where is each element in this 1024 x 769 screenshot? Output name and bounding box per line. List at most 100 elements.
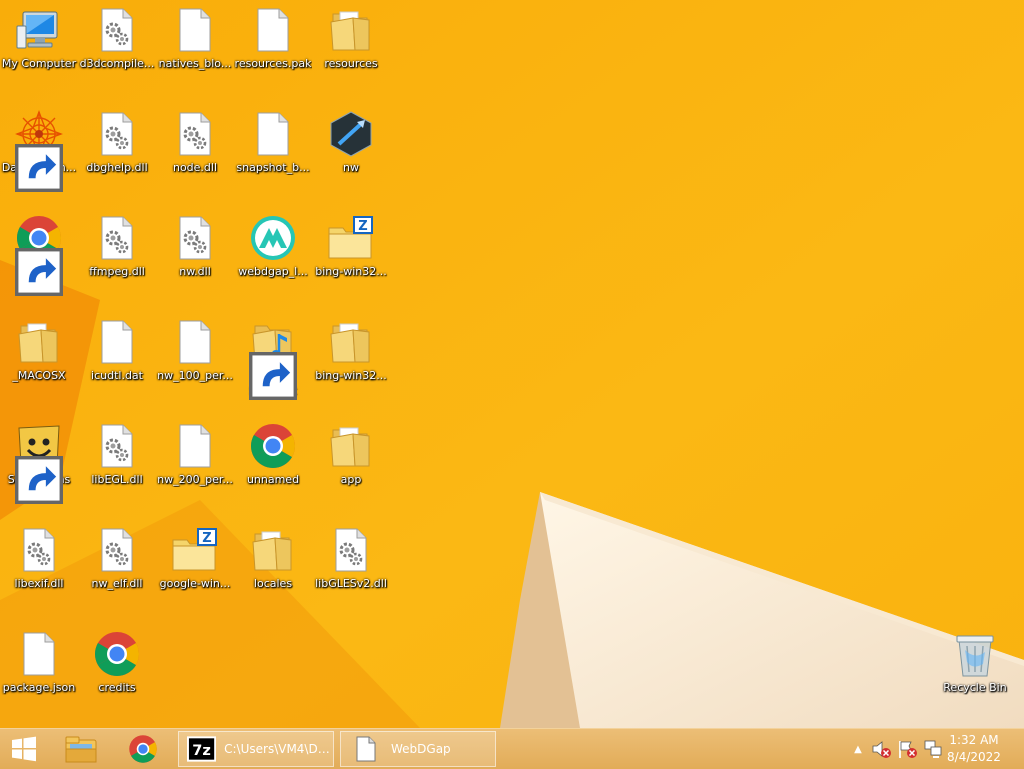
desktop-icon-label: dbghelp.dll [86,161,148,174]
dll-file-icon [15,526,63,574]
taskbar-window-webdgap[interactable]: WebDGap [340,731,496,767]
desktop-icon-datawagon[interactable]: DataWagon... [0,104,78,204]
desktop-icon-label: locales [253,577,293,590]
desktop-icon-label: _MACOSX [12,369,66,382]
desktop-icon-libexif-dll[interactable]: libexif.dll [0,520,78,620]
desktop-icon-label: credits [98,681,136,694]
svg-text:7z: 7z [192,742,211,759]
desktop-icon-label: natives_blo... [158,57,232,70]
desktop-icon-bing-win32[interactable]: Zbing-win32... [312,208,390,308]
volume-muted-icon[interactable] [870,738,892,760]
blank-file-icon [249,110,297,158]
desktop-icon-label: nw [343,161,359,174]
desktop-icon-app[interactable]: app [312,416,390,516]
clock-time: 1:32 AM [949,733,999,747]
blank-file-icon [171,6,219,54]
shortcut-arrow-icon [249,352,297,400]
show-hidden-icons-icon[interactable]: ▲ [850,744,866,755]
desktop-icon-nw[interactable]: nw [312,104,390,204]
taskbar-window-7zip[interactable]: 7z C:\Users\VM4\Do... [178,731,334,767]
music-folder-icon [249,318,297,400]
desktop-icon-music-shortcut[interactable]: Music - Shortcut [234,312,312,412]
start-button[interactable] [0,729,48,769]
desktop-icon-recycle-bin[interactable]: Recycle Bin [936,624,1014,724]
dll-file-icon [327,526,375,574]
desktop-icon-my-computer[interactable]: My Computer [0,0,78,100]
zip-folder-icon: Z [327,214,375,262]
dll-file-icon [93,214,141,262]
desktop-icon-dbghelp-dll[interactable]: dbghelp.dll [78,104,156,204]
desktop-icon-label: resources.pak [234,57,312,70]
file-explorer-button[interactable] [58,729,104,769]
folder-icon [327,6,375,54]
desktop-icon-google-win[interactable]: Zgoogle-win... [156,520,234,620]
desktop-icon-label: app [340,473,362,486]
dll-file-icon [171,110,219,158]
desktop-icon-package-json[interactable]: package.json [0,624,78,724]
desktop-icon-smileycons[interactable]: Smileycons [0,416,78,516]
desktop-icon-node-dll[interactable]: node.dll [156,104,234,204]
desktop-icon-webdgap-l[interactable]: webdgap_l... [234,208,312,308]
desktop-icon-nw-200-per[interactable]: nw_200_per... [156,416,234,516]
desktop-icon-icudtl-dat[interactable]: icudtl.dat [78,312,156,412]
desktop-icon-label: node.dll [172,161,218,174]
webdgap-icon [249,214,297,262]
desktop-icon-nw-elf-dll[interactable]: nw_elf.dll [78,520,156,620]
action-center-flag-icon[interactable] [896,738,918,760]
chrome-taskbar-button[interactable] [120,729,166,769]
zip-folder-icon: Z [171,526,219,574]
taskbar: 7z C:\Users\VM4\Do... WebDGap ▲ 1:32 AM … [0,728,1024,769]
dll-file-icon [93,110,141,158]
computer-icon [15,6,63,54]
recycle-bin-icon [951,630,999,678]
clock[interactable]: 1:32 AM 8/4/2022 [946,732,1002,766]
desktop-icon-libegl-dll[interactable]: libEGL.dll [78,416,156,516]
desktop[interactable]: My Computer d3dcompile... natives_blo... re… [0,0,1024,728]
desktop-icon-label: webdgap_l... [238,265,308,278]
folder-icon [327,318,375,366]
shortcut-arrow-icon [15,248,63,296]
desktop-icon-label: unnamed [246,473,300,486]
svg-text:Z: Z [202,531,211,546]
desktop-icon-locales[interactable]: locales [234,520,312,620]
blank-file-icon [15,630,63,678]
desktop-icon-credits[interactable]: credits [78,624,156,724]
taskbar-window-title: C:\Users\VM4\Do... [224,742,333,756]
desktop-icon-label: bing-win32... [315,265,387,278]
desktop-icon-google-chrome[interactable]: Google Chrome [0,208,78,308]
desktop-icon-d3dcompile[interactable]: d3dcompile... [78,0,156,100]
folder-icon [249,526,297,574]
desktop-icon-label: My Computer [1,57,77,70]
blank-file-icon [249,6,297,54]
desktop-icon-label: libGLESv2.dll [315,577,387,590]
desktop-icon-ffmpeg-dll[interactable]: ffmpeg.dll [78,208,156,308]
desktop-icon-label: ffmpeg.dll [89,265,145,278]
folder-icon [15,318,63,366]
desktop-icon-libglesv2-dll[interactable]: libGLESv2.dll [312,520,390,620]
network-icon[interactable] [922,738,944,760]
chrome-icon [15,214,63,296]
desktop-icon-nw-dll[interactable]: nw.dll [156,208,234,308]
folder-icon [327,422,375,470]
desktop-icon-label: nw_elf.dll [91,577,143,590]
desktop-icon-label: bing-win32... [315,369,387,382]
blank-file-icon [93,318,141,366]
desktop-icon-label: icudtl.dat [91,369,143,382]
desktop-icon-bing-win32[interactable]: bing-win32... [312,312,390,412]
desktop-icon-nw-100-per[interactable]: nw_100_per... [156,312,234,412]
desktop-icon-label: libEGL.dll [91,473,143,486]
blank-file-icon [356,736,376,762]
shortcut-arrow-icon [15,456,63,504]
desktop-icon-natives-blo[interactable]: natives_blo... [156,0,234,100]
desktop-icon-snapshot-b[interactable]: snapshot_b... [234,104,312,204]
svg-text:Z: Z [358,219,367,234]
clock-date: 8/4/2022 [947,750,1001,764]
smiley-icon [15,422,63,504]
desktop-icon-macosx[interactable]: _MACOSX [0,312,78,412]
desktop-icon-resources-pak[interactable]: resources.pak [234,0,312,100]
chrome-icon [93,630,141,678]
desktop-icon-resources[interactable]: resources [312,0,390,100]
desktop-icon-label: nw.dll [179,265,211,278]
desktop-icon-label: package.json [2,681,76,694]
desktop-icon-unnamed[interactable]: unnamed [234,416,312,516]
